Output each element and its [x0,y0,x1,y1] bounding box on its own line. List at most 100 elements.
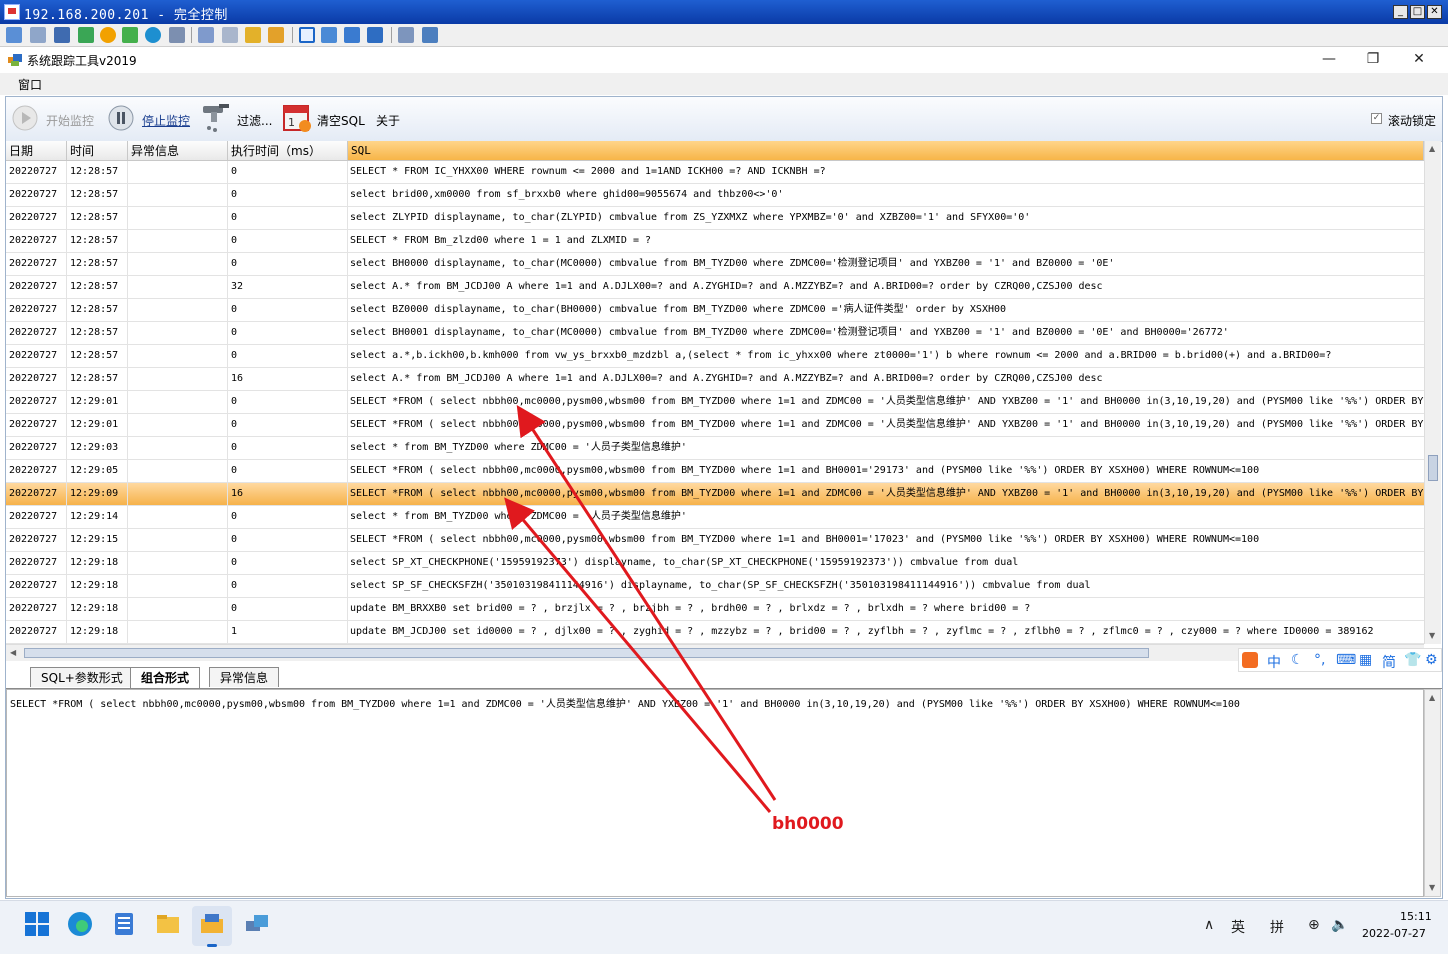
vertical-scroll-thumb[interactable] [1428,455,1438,481]
filter-button[interactable]: 过滤... [237,112,272,129]
cell-date: 20220727 [6,345,67,367]
stop-monitor-button[interactable]: 停止监控 [142,112,190,129]
table-row[interactable]: 20220727 12:29:09 16 SELECT *FROM ( select … [6,483,1424,506]
table-row[interactable]: 20220727 12:29:14 0 select * from BM_TYZD00… [6,506,1424,529]
column-header-exec-time[interactable]: 执行时间（ms） [228,141,348,161]
volume-icon[interactable]: 🔈 [1331,917,1348,933]
table-row[interactable]: 20220727 12:28:57 32 select A.* from BM_JC… [6,276,1424,299]
menu-window[interactable]: 窗口 [18,76,42,93]
grid-vertical-scrollbar[interactable]: ▲ ▼ [1424,141,1441,644]
fullscreen-icon[interactable] [321,27,337,43]
scroll-down-arrow-icon[interactable]: ▼ [1429,631,1435,640]
transfer-icon[interactable] [78,27,94,43]
remote-minimize-button[interactable]: _ [1393,5,1408,19]
scroll-left-arrow-icon[interactable]: ◀ [10,648,16,657]
cell-sql: SELECT *FROM ( select nbbh00,mc0000,pysm… [350,488,1424,499]
keyboard-icon[interactable] [30,27,46,43]
table-row[interactable]: 20220727 12:28:57 16 select A.* from BM_JC… [6,368,1424,391]
detail-scroll-down-icon[interactable]: ▼ [1429,883,1435,892]
cell-exec-ms: 32 [228,276,348,298]
tab-combined[interactable]: 组合形式 [130,667,201,688]
cell-exec-ms: 0 [228,414,348,436]
table-row[interactable]: 20220727 12:29:05 0 SELECT *FROM ( select n… [6,460,1424,483]
column-header-date[interactable]: 日期 [6,141,67,161]
message-icon[interactable] [169,27,185,43]
network-icon[interactable] [222,27,238,43]
network-globe-icon[interactable]: ⊕ [1308,917,1320,933]
tools-icon[interactable] [422,27,438,43]
app-close-button[interactable]: ✕ [1409,51,1429,67]
grid-horizontal-scrollbar[interactable]: ◀ [6,644,1424,661]
scroll-up-arrow-icon[interactable]: ▲ [1429,144,1435,153]
expand-icon[interactable] [367,27,383,43]
remote-tool-taskbar-icon[interactable] [244,911,270,937]
scale-icon[interactable] [344,27,360,43]
power-icon[interactable] [100,27,116,43]
unlock-icon[interactable] [268,27,284,43]
cell-time: 12:28:57 [67,253,128,275]
app-restore-button[interactable]: ❐ [1363,51,1383,67]
table-row[interactable]: 20220727 12:28:57 0 select BZ0000 displayna… [6,299,1424,322]
start-monitor-button[interactable]: 开始监控 [46,112,94,129]
scroll-lock-checkbox[interactable]: ✓ [1371,113,1382,124]
tray-language-en[interactable]: 英 [1231,917,1245,937]
cell-error [128,368,228,390]
clock-time[interactable]: 15:11 [1400,910,1432,923]
cell-sql: SELECT * FROM Bm_zlzd00 where 1 = 1 and … [350,235,652,246]
tray-chevron-icon[interactable]: ∧ [1204,917,1214,933]
monitor-icon[interactable] [6,27,22,43]
upload-icon[interactable] [198,27,214,43]
remote-toolbar [0,24,1448,47]
detail-vertical-scrollbar[interactable]: ▲ ▼ [1424,689,1441,897]
lock-icon[interactable] [245,27,261,43]
sql-tracker-taskbar-icon[interactable] [199,911,225,937]
detail-scroll-up-icon[interactable]: ▲ [1429,693,1435,702]
table-row[interactable]: 20220727 12:28:57 0 select a.*,b.ickh00,b.… [6,345,1424,368]
table-row[interactable]: 20220727 12:28:57 0 select ZLYPID displayna… [6,207,1424,230]
svg-text:1: 1 [288,116,295,129]
column-header-error[interactable]: 异常信息 [128,141,228,161]
table-row[interactable]: 20220727 12:28:57 0 select BH0000 displayna… [6,253,1424,276]
cell-date: 20220727 [6,184,67,206]
edge-browser-icon[interactable] [67,911,93,937]
screenshot-icon[interactable] [398,27,414,43]
table-row[interactable]: 20220727 12:29:01 0 SELECT *FROM ( select n… [6,414,1424,437]
table-row[interactable]: 20220727 12:29:01 0 SELECT *FROM ( select n… [6,391,1424,414]
phone-icon[interactable] [145,27,161,43]
table-row[interactable]: 20220727 12:29:15 0 SELECT *FROM ( select n… [6,529,1424,552]
table-row[interactable]: 20220727 12:29:18 0 select SP_XT_CHECKPHONE… [6,552,1424,575]
cell-error [128,575,228,597]
table-row[interactable]: 20220727 12:29:18 0 select SP_SF_CHECKSFZH(… [6,575,1424,598]
tab-exception[interactable]: 异常信息 [209,667,280,687]
column-header-sql[interactable]: SQL [348,141,1424,161]
remote-close-button[interactable]: ✕ [1427,5,1442,19]
app-minimize-button[interactable]: — [1319,51,1339,67]
table-row[interactable]: 20220727 12:28:57 0 SELECT * FROM IC_YHXX00… [6,161,1424,184]
windows-start-icon[interactable] [24,911,50,937]
cell-date: 20220727 [6,460,67,482]
about-button[interactable]: 关于 [376,112,400,129]
table-row[interactable]: 20220727 12:28:57 0 SELECT * FROM Bm_zlzd00… [6,230,1424,253]
cell-date: 20220727 [6,368,67,390]
notepad-icon[interactable] [111,911,137,937]
cell-exec-ms: 0 [228,230,348,252]
file-explorer-icon[interactable] [155,911,181,937]
table-row[interactable]: 20220727 12:29:03 0 select * from BM_TYZD00… [6,437,1424,460]
horizontal-scroll-thumb[interactable] [24,648,1149,658]
table-row[interactable]: 20220727 12:29:18 1 update BM_JCDJ00 set id… [6,621,1424,644]
terminal-icon[interactable] [54,27,70,43]
table-row[interactable]: 20220727 12:28:57 0 select brid00,xm0000 fr… [6,184,1424,207]
cell-error [128,483,228,505]
table-row[interactable]: 20220727 12:29:18 0 update BM_BRXXB0 set br… [6,598,1424,621]
clock-date[interactable]: 2022-07-27 [1362,927,1426,940]
sql-detail-textarea[interactable]: SELECT *FROM ( select nbbh00,mc0000,pysm… [6,689,1424,897]
cell-time: 12:29:14 [67,506,128,528]
table-row[interactable]: 20220727 12:28:57 0 select BH0001 displayna… [6,322,1424,345]
column-header-time[interactable]: 时间 [67,141,128,161]
remote-maximize-button[interactable]: □ [1410,5,1425,19]
clear-sql-button[interactable]: 清空SQL [317,112,365,129]
chat-icon[interactable] [122,27,138,43]
tray-language-pinyin[interactable]: 拼 [1270,917,1284,937]
tab-sql-params[interactable]: SQL+参数形式 [30,667,134,687]
fit-window-icon[interactable] [299,27,315,43]
